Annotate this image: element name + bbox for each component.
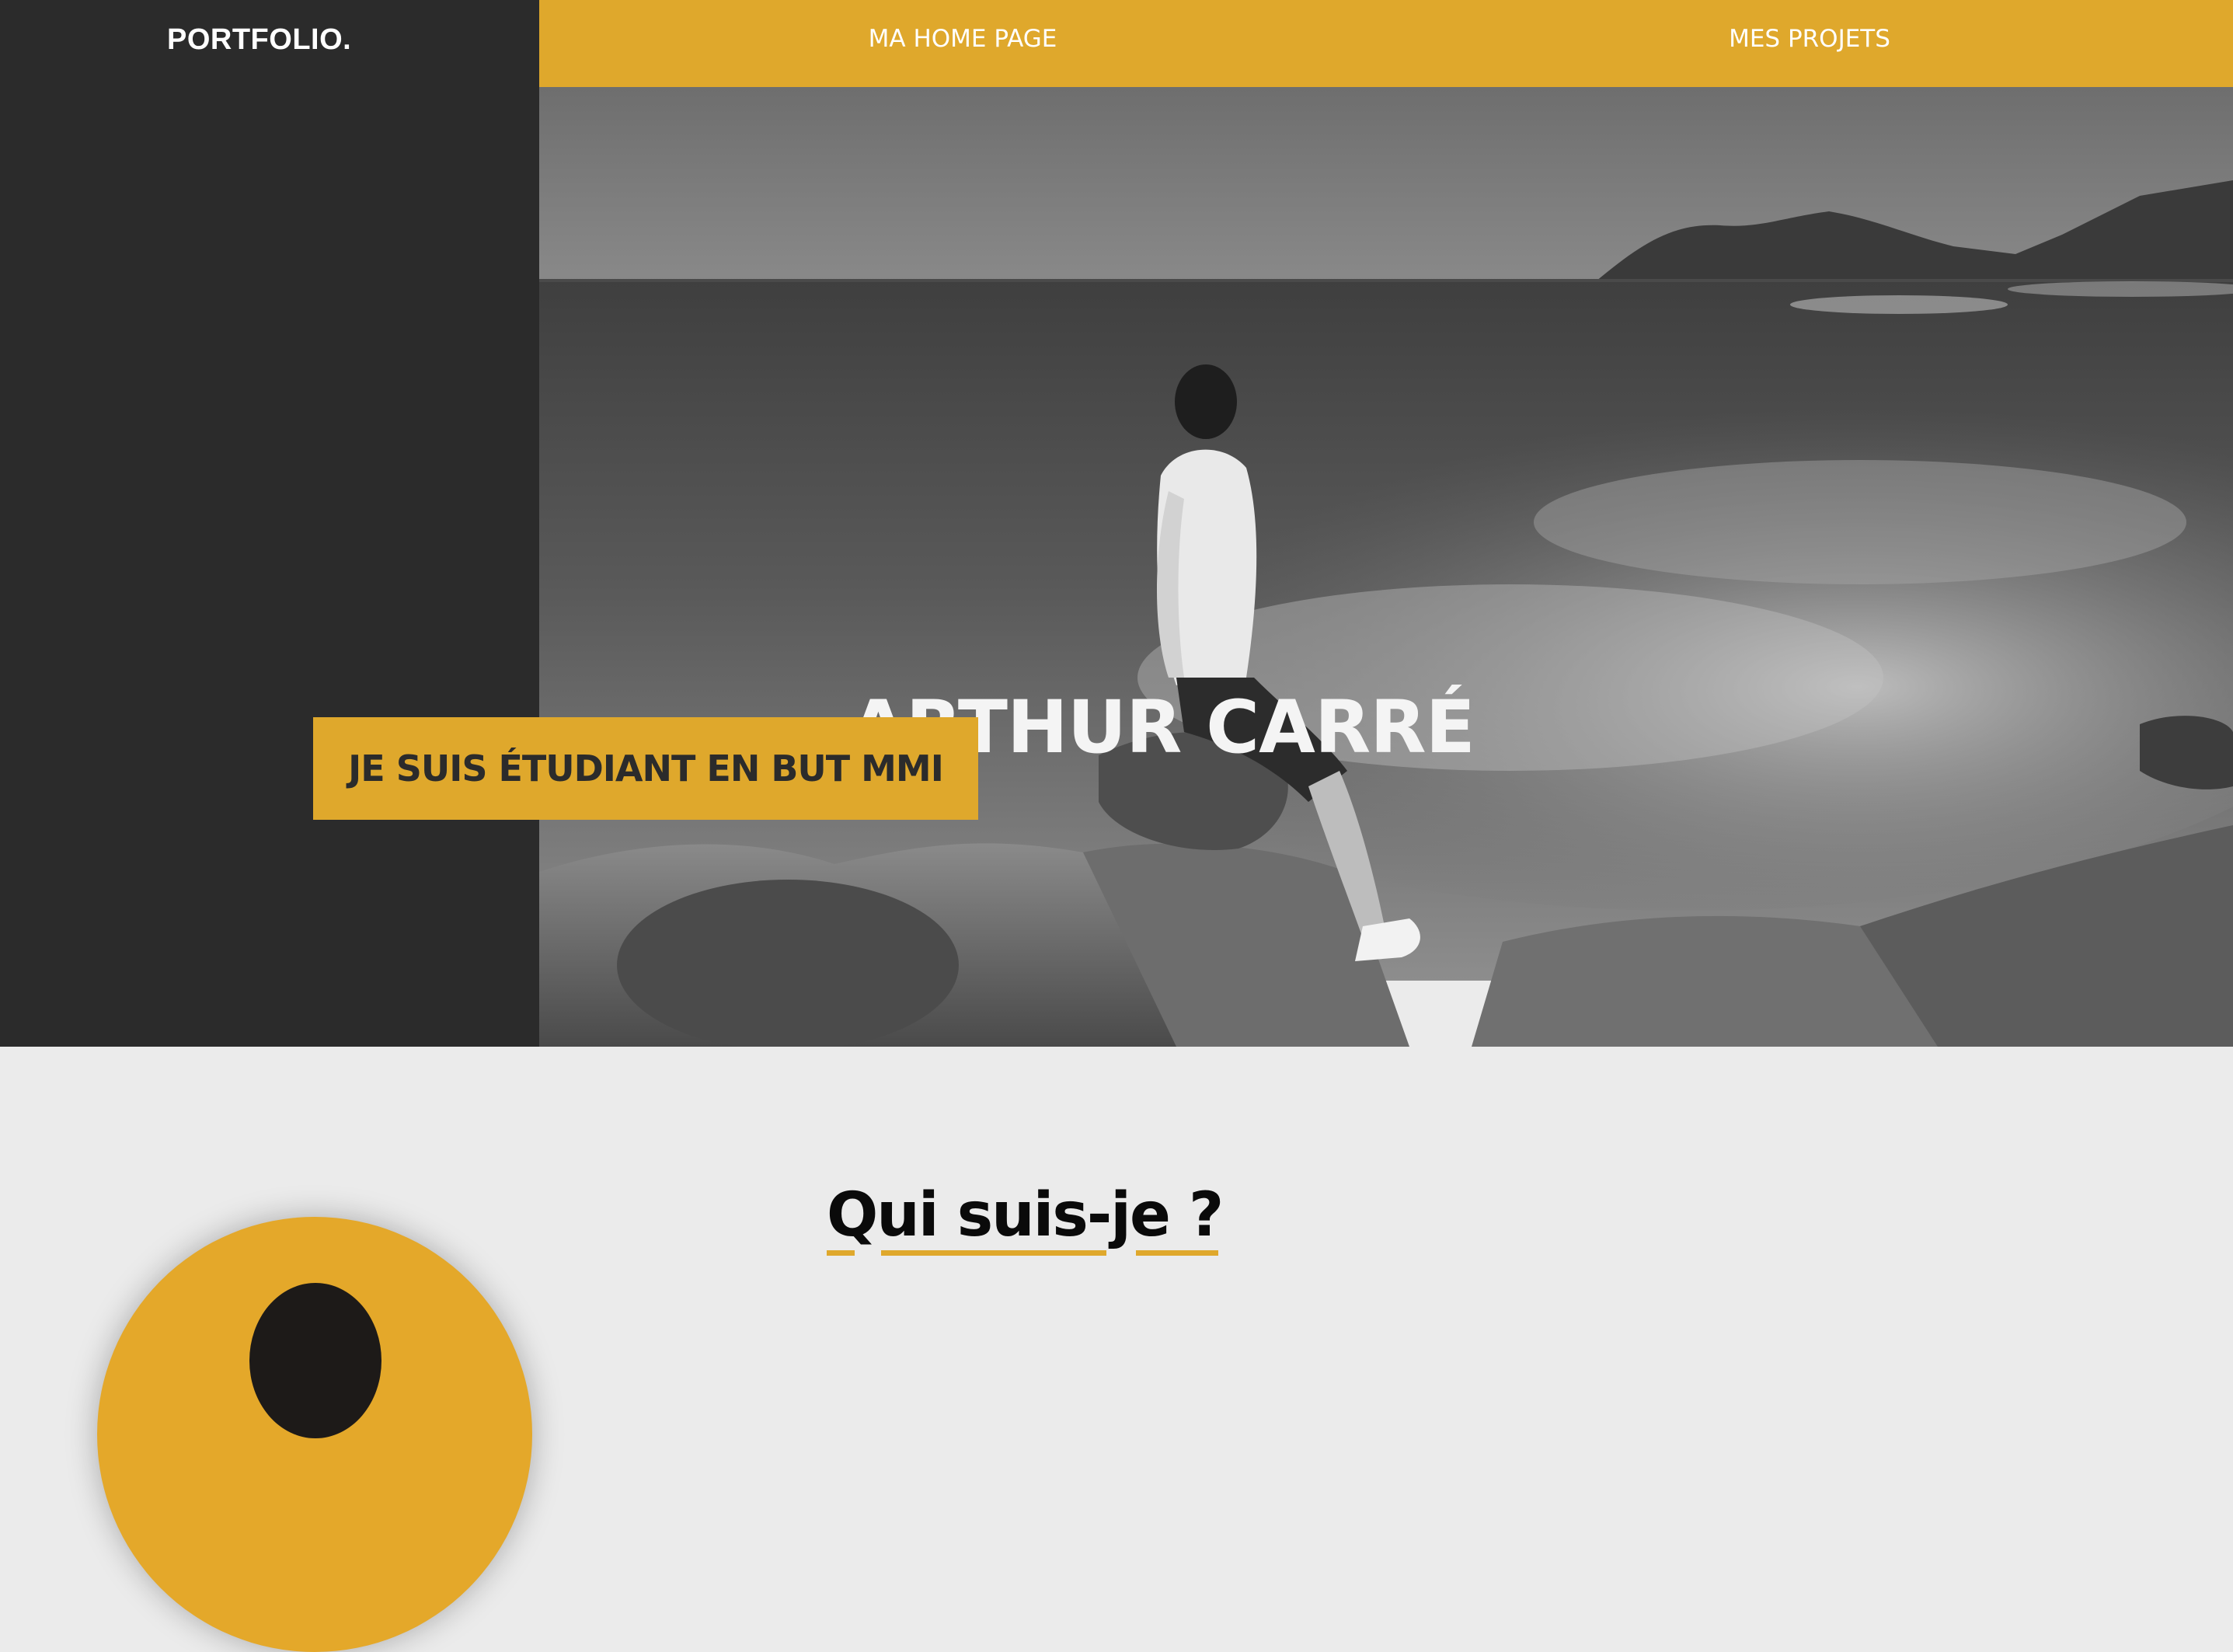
hero-photo — [539, 87, 2233, 1047]
nav-link-home[interactable]: MA HOME PAGE — [539, 0, 1386, 87]
about-title: Qui suis-je ? — [827, 1180, 1224, 1250]
sidebar-panel — [0, 0, 539, 1047]
main-nav: MA HOME PAGE MES PROJETS — [539, 0, 2233, 87]
profile-avatar — [97, 1217, 532, 1652]
hero-tagline-badge: JE SUIS ÉTUDIANT EN BUT MMI — [313, 717, 978, 820]
site-logo[interactable]: PORTFOLIO. — [167, 23, 351, 57]
avatar-photo — [249, 1283, 381, 1438]
nav-link-projects[interactable]: MES PROJETS — [1386, 0, 2233, 87]
hero-section: ARTHUR CARRÉ — [539, 87, 2233, 1047]
hero-tagline: JE SUIS ÉTUDIANT EN BUT MMI — [348, 748, 944, 789]
